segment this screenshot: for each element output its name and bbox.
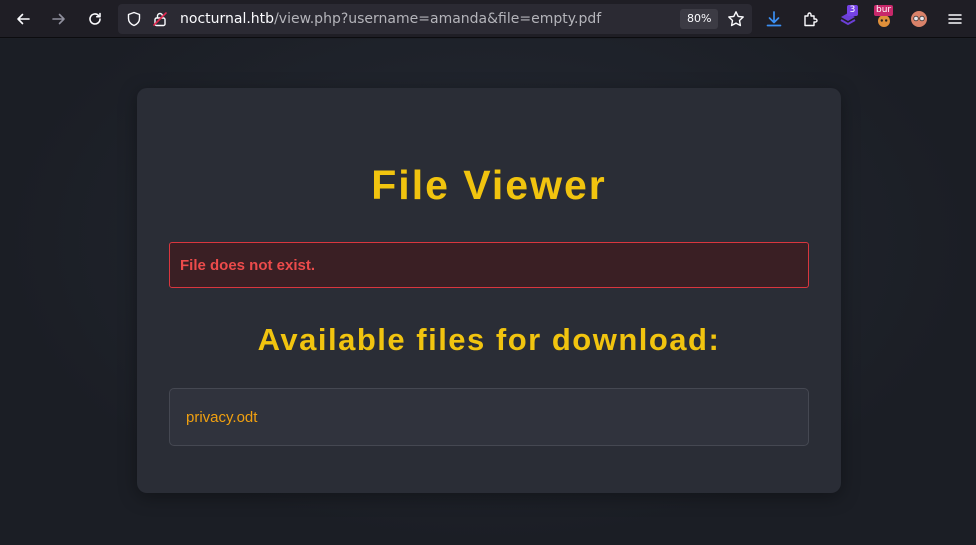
- page-title: File Viewer: [371, 162, 607, 208]
- extension-burp-button[interactable]: bur: [870, 5, 898, 33]
- file-link-privacy-odt[interactable]: privacy.odt: [186, 409, 257, 426]
- burp-badge: bur: [874, 5, 894, 16]
- back-button[interactable]: [9, 5, 37, 33]
- avatar-icon: [911, 11, 927, 27]
- file-list: privacy.odt: [169, 388, 809, 446]
- url-host: nocturnal.htb: [180, 11, 275, 27]
- extension-foxyproxy-button[interactable]: 3: [834, 5, 862, 33]
- url-path: /view.php?username=amanda&file=empty.pdf: [274, 11, 602, 27]
- forward-button[interactable]: [45, 5, 73, 33]
- bookmark-star-button[interactable]: [722, 5, 750, 33]
- hamburger-menu-icon: [948, 14, 962, 24]
- browser-toolbar: nocturnal.htb/view.php?username=amanda&f…: [0, 0, 976, 38]
- puzzle-icon: [804, 12, 818, 27]
- arrow-left-icon: [17, 13, 30, 25]
- extension-badge: 3: [847, 5, 858, 16]
- url-bar[interactable]: nocturnal.htb/view.php?username=amanda&f…: [118, 4, 752, 34]
- download-icon: [766, 11, 782, 27]
- downloads-button[interactable]: [760, 5, 788, 33]
- zoom-level-button[interactable]: 80%: [680, 9, 719, 29]
- star-icon: [728, 11, 744, 27]
- extensions-button[interactable]: [797, 5, 825, 33]
- error-alert: File does not exist.: [169, 242, 809, 288]
- account-button[interactable]: [905, 5, 933, 33]
- file-viewer-card: File Viewer File does not exist. Availab…: [137, 88, 841, 493]
- error-message: File does not exist.: [180, 257, 316, 274]
- arrow-right-icon: [52, 13, 65, 25]
- menu-button[interactable]: [941, 5, 969, 33]
- page-viewport: File Viewer File does not exist. Availab…: [0, 39, 976, 545]
- files-heading: Available files for download:: [257, 322, 721, 357]
- reload-button[interactable]: [81, 5, 109, 33]
- url-text[interactable]: nocturnal.htb/view.php?username=amanda&f…: [180, 11, 601, 27]
- insecure-lock-icon[interactable]: [152, 11, 168, 32]
- tracking-protection-icon[interactable]: [126, 11, 142, 32]
- reload-icon: [89, 12, 101, 25]
